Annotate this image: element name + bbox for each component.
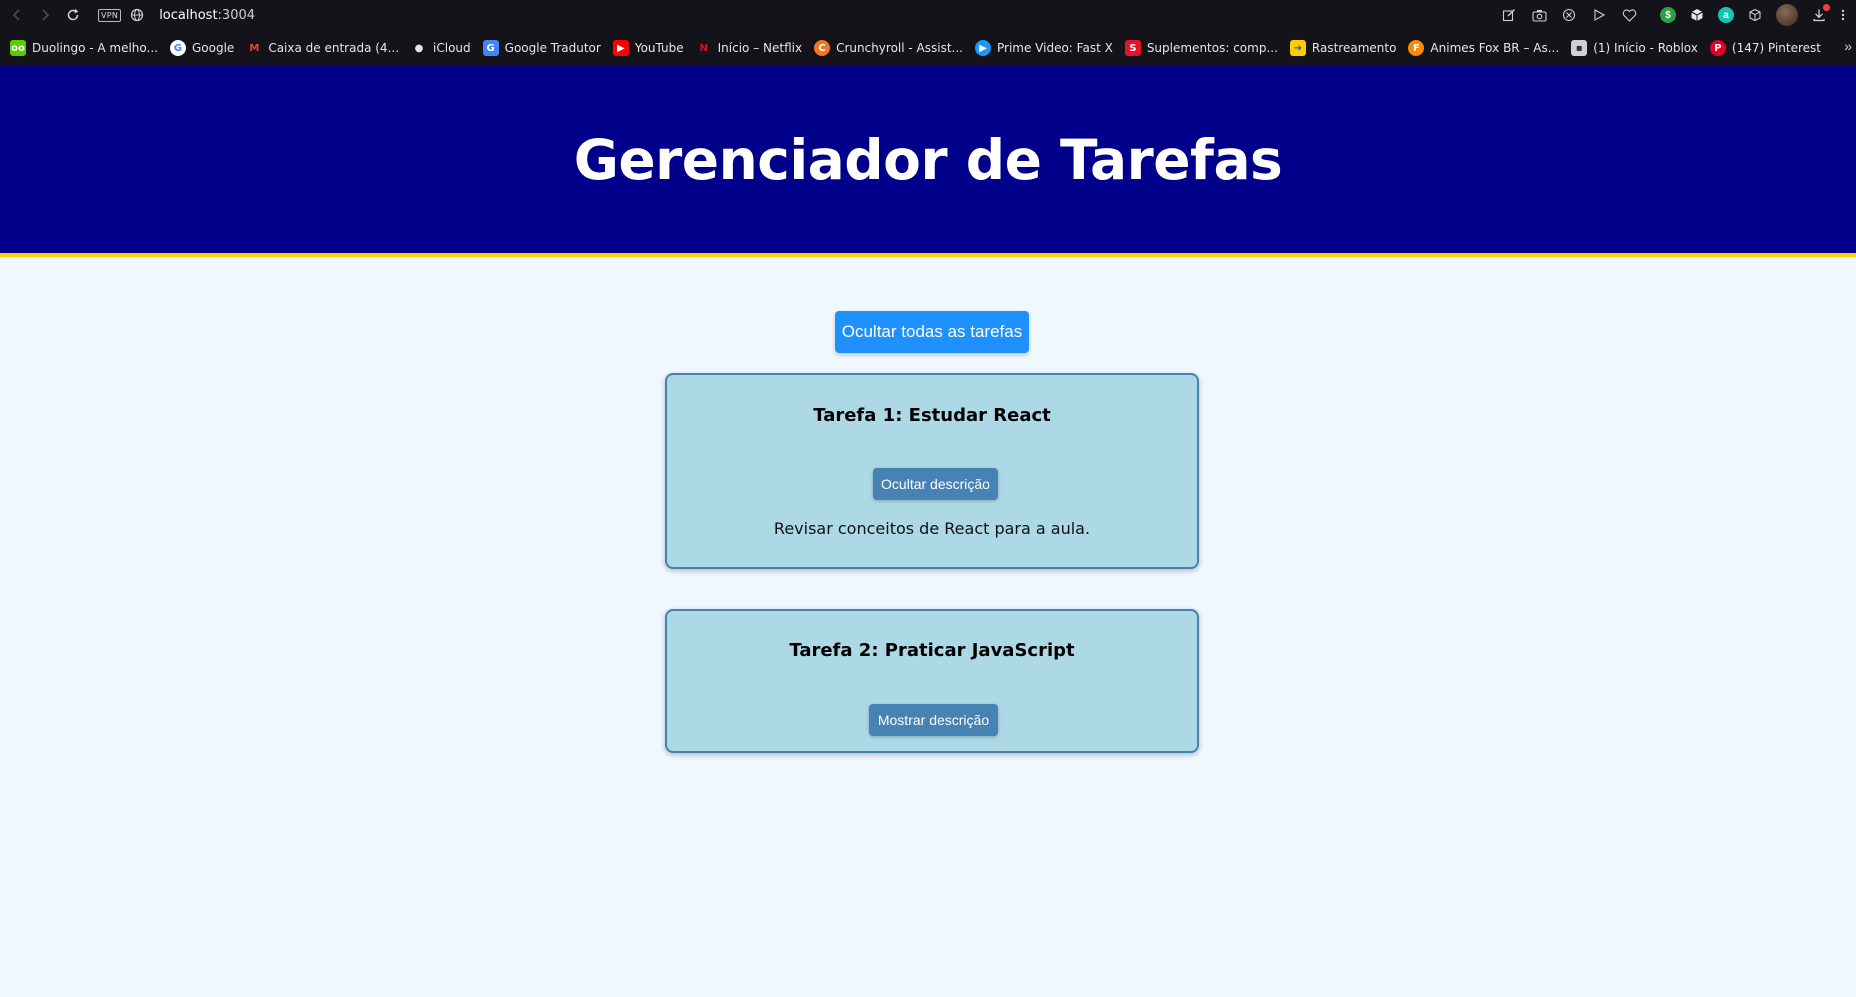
browser-toolbar: VPN localhost:3004 $ a [0, 0, 1856, 30]
money-extension-icon[interactable]: $ [1660, 7, 1676, 23]
show-description-button[interactable]: Mostrar descrição [869, 704, 998, 736]
bookmark-item[interactable]: ▶ Prime Video: Fast X [975, 40, 1113, 56]
bookmark-item[interactable]: oo Duolingo - A melho... [10, 40, 158, 56]
app-header: Gerenciador de Tarefas [0, 66, 1856, 257]
bookmarks-overflow-icon[interactable]: » [1844, 38, 1852, 54]
a-extension-icon[interactable]: a [1718, 7, 1734, 23]
bookmark-item[interactable]: ● iCloud [411, 40, 471, 56]
gmail-icon: M [246, 40, 263, 56]
task-description: Revisar conceitos de React para a aula. [773, 519, 1091, 538]
cube-extension-icon[interactable] [1688, 6, 1706, 24]
bookmark-label: Início – Netflix [717, 41, 803, 55]
task-card: Tarefa 1: Estudar React Ocultar descriçã… [665, 373, 1199, 569]
notification-dot [1823, 4, 1830, 11]
supplements-icon: S [1124, 40, 1141, 56]
animes-fox-icon: F [1408, 40, 1425, 56]
bookmark-item[interactable]: C Crunchyroll - Assist... [814, 40, 963, 56]
task-card: Tarefa 2: Praticar JavaScript Mostrar de… [665, 609, 1199, 753]
youtube-icon: ▶ [612, 40, 629, 56]
task-title: Tarefa 1: Estudar React [813, 405, 1051, 426]
bookmark-item[interactable]: P (147) Pinterest [1709, 40, 1821, 56]
bookmark-item[interactable]: G Google Tradutor [482, 40, 601, 56]
bookmark-item[interactable]: ➜ Rastreamento [1289, 40, 1397, 56]
bookmark-item[interactable]: ▶ YouTube [612, 40, 684, 56]
hide-description-button[interactable]: Ocultar descrição [873, 468, 998, 500]
crunchyroll-icon: C [814, 40, 831, 56]
bookmark-label: Rastreamento [1311, 41, 1397, 55]
toggle-all-tasks-button[interactable]: Ocultar todas as tarefas [835, 311, 1029, 353]
bookmark-label: Crunchyroll - Assist... [836, 41, 963, 55]
profile-avatar[interactable] [1776, 4, 1798, 26]
reload-icon[interactable] [62, 4, 84, 26]
bookmark-label: iCloud [433, 41, 471, 55]
heart-icon[interactable] [1620, 6, 1638, 24]
apple-icon: ● [411, 40, 428, 56]
roblox-icon: ▪ [1571, 40, 1588, 56]
bookmark-item[interactable]: S Suplementos: comp... [1124, 40, 1278, 56]
forward-icon[interactable] [34, 4, 56, 26]
google-icon: G [170, 40, 186, 56]
play-icon[interactable] [1590, 6, 1608, 24]
tracking-icon: ➜ [1289, 40, 1306, 56]
download-icon[interactable] [1810, 4, 1830, 24]
url-host: localhost [159, 7, 218, 23]
bookmark-item[interactable]: N Início – Netflix [695, 40, 803, 56]
block-icon[interactable] [1560, 6, 1578, 24]
globe-icon [129, 7, 145, 23]
bookmark-label: Google [192, 41, 235, 55]
prime-video-icon: ▶ [975, 40, 991, 56]
back-icon[interactable] [6, 4, 28, 26]
edit-icon[interactable] [1500, 6, 1518, 24]
task-title: Tarefa 2: Praticar JavaScript [789, 640, 1075, 661]
bookmark-item[interactable]: F Animes Fox BR – As... [1408, 40, 1559, 56]
bookmark-label: Caixa de entrada (4... [268, 41, 400, 55]
bookmark-label: YouTube [634, 41, 684, 55]
bookmark-label: Google Tradutor [504, 41, 601, 55]
bookmark-label: Animes Fox BR – As... [1430, 41, 1560, 55]
camera-icon[interactable] [1530, 6, 1548, 24]
bookmarks-bar: oo Duolingo - A melho... G Google M Caixa de … [0, 30, 1856, 66]
bookmark-label: Suplementos: comp... [1146, 41, 1278, 55]
netflix-icon: N [695, 40, 712, 56]
vpn-badge[interactable]: VPN [98, 8, 122, 22]
bookmark-label: Duolingo - A melho... [32, 41, 158, 55]
bookmark-label: (147) Pinterest [1731, 41, 1821, 55]
bookmark-item[interactable]: G Google [170, 40, 234, 56]
pinterest-icon: P [1709, 40, 1726, 56]
url-port: :3004 [217, 7, 256, 23]
bookmark-item[interactable]: M Caixa de entrada (4... [246, 40, 399, 56]
bookmark-item[interactable]: ▪ (1) Início - Roblox [1571, 40, 1698, 56]
bookmark-label: (1) Início - Roblox [1593, 41, 1698, 55]
bookmark-label: Prime Video: Fast X [997, 41, 1113, 55]
duolingo-icon: oo [10, 40, 26, 56]
page-title: Gerenciador de Tarefas [573, 127, 1283, 192]
menu-icon[interactable] [1840, 6, 1846, 24]
address-bar[interactable]: localhost:3004 [159, 8, 255, 23]
toolbar-actions: $ a [1500, 0, 1856, 30]
google-translate-icon: G [482, 40, 499, 56]
box-extension-icon[interactable] [1746, 6, 1764, 24]
